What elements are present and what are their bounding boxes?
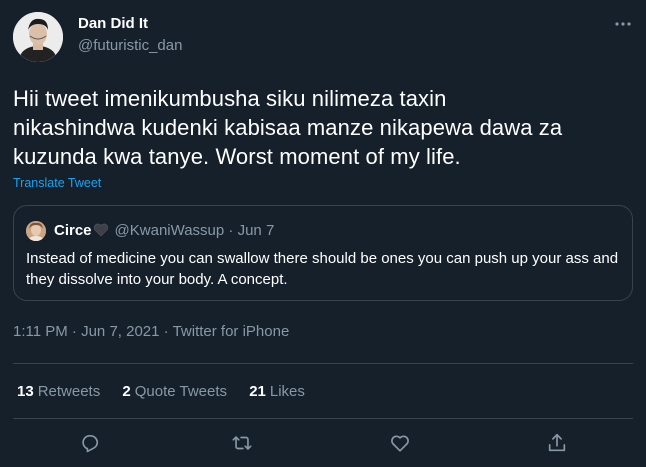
tweet-text-line: Hii tweet imenikumbusha siku nilimeza ta… [13,86,447,111]
tweet-text: Hii tweet imenikumbusha siku nilimeza ta… [13,84,633,171]
tweet-text-line: nikashindwa kudenki kabisaa manze nikape… [13,115,563,140]
quote-author-name: Circe [54,222,92,239]
quote-separator: · [228,222,234,239]
tweet-stats: 13 Retweets 2 Quote Tweets 21 Likes [17,383,323,400]
retweets-stat[interactable]: 13 Retweets [17,383,100,400]
tweet-time[interactable]: 1:11 PM [13,323,68,340]
meta-separator: · [71,323,77,340]
meta-separator: · [163,323,169,340]
like-icon[interactable] [389,432,411,454]
quote-author-handle: @KwaniWassup [114,222,225,239]
quote-header: Circe @KwaniWassup · Jun 7 [54,222,274,239]
more-options-icon[interactable] [612,14,634,34]
likes-stat[interactable]: 21 Likes [249,383,305,400]
divider [13,363,633,364]
divider [13,418,633,419]
retweet-icon[interactable] [231,432,253,454]
black-heart-icon [93,223,109,237]
quoted-tweet-card[interactable]: Circe @KwaniWassup · Jun 7 Instead of med… [13,205,633,301]
quote-tweets-stat[interactable]: 2 Quote Tweets [122,383,227,400]
tweet-meta: 1:11 PM · Jun 7, 2021 · Twitter for iPho… [13,323,289,340]
translate-tweet-link[interactable]: Translate Tweet [13,176,101,190]
author-avatar[interactable] [13,12,63,62]
quote-date: Jun 7 [237,222,275,239]
quote-text: Instead of medicine you can swallow ther… [26,250,619,288]
author-handle[interactable]: @futuristic_dan [78,37,182,54]
tweet-source[interactable]: Twitter for iPhone [173,323,290,340]
reply-icon[interactable] [79,432,101,454]
tweet-date[interactable]: Jun 7, 2021 [81,323,159,340]
share-icon[interactable] [546,432,568,454]
quote-avatar [26,221,46,241]
author-name[interactable]: Dan Did It [78,15,148,32]
tweet-text-line: kuzunda kwa tanye. Worst moment of my li… [13,144,461,169]
